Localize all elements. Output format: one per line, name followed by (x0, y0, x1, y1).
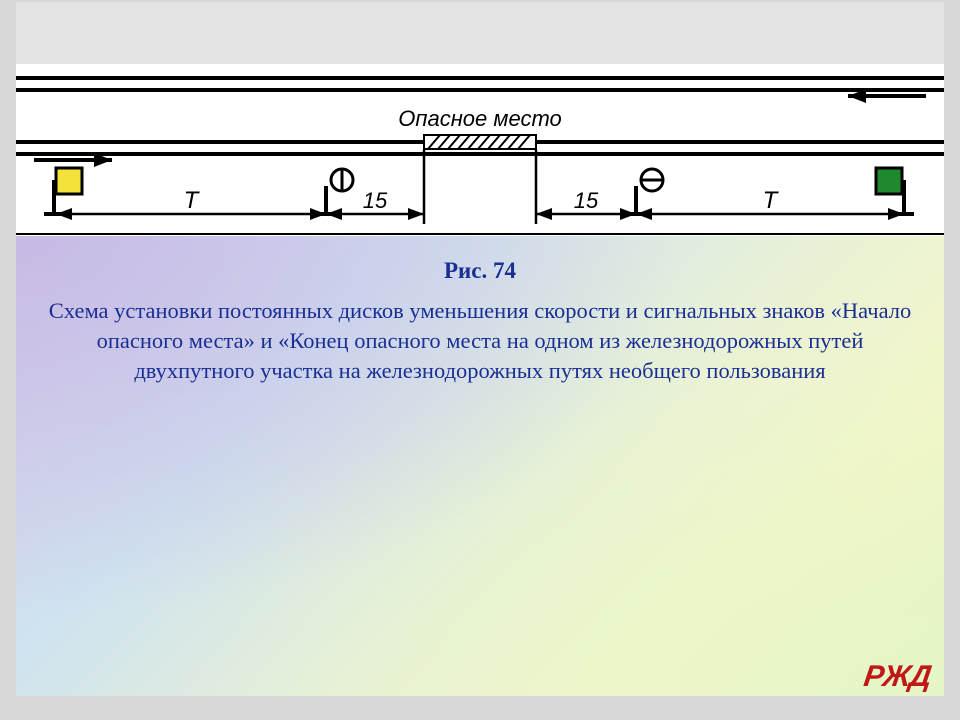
railway-diagram: Опасное место (16, 64, 944, 236)
speed-disc-yellow (44, 168, 82, 214)
dimension-T-left: T (56, 187, 326, 220)
svg-text:T: T (184, 187, 201, 214)
speed-disc-green (876, 168, 914, 214)
rzd-logo: PЖД (861, 660, 932, 694)
figure-caption: Схема установки постоянных дисков уменьш… (40, 296, 920, 386)
svg-text:15: 15 (574, 188, 599, 213)
svg-text:15: 15 (363, 188, 388, 213)
sign-end-danger (626, 169, 663, 214)
sign-begin-danger (316, 169, 353, 214)
slide-stage: Опасное место (0, 0, 960, 720)
svg-text:T: T (763, 187, 780, 214)
danger-zone-hatch (424, 135, 536, 149)
danger-place-label: Опасное место (398, 106, 562, 131)
dimension-15-left: 15 (326, 188, 424, 220)
figure-number: Рис. 74 (16, 258, 944, 284)
dimension-T-right: T (636, 187, 904, 220)
header-band (16, 2, 944, 64)
dimension-15-right: 15 (536, 188, 636, 220)
